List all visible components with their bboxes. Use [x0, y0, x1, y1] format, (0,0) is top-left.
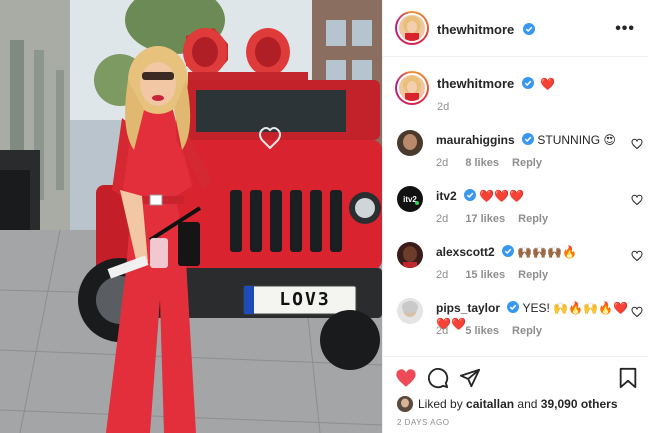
bookmark-icon[interactable] [617, 367, 639, 389]
comment-username[interactable]: maurahiggins [436, 133, 515, 147]
author-avatar[interactable] [395, 11, 429, 45]
comment-likes[interactable]: 17 likes [465, 213, 505, 225]
likes-summary: Liked by caitallan and 39,090 others [397, 396, 618, 412]
verified-icon [521, 77, 534, 89]
post-header: thewhitmore ••• [383, 0, 648, 57]
share-icon[interactable] [459, 367, 481, 389]
commenter-avatar[interactable] [397, 130, 423, 156]
caption-age: 2d [437, 101, 450, 113]
comment-heart-icon[interactable] [631, 138, 643, 150]
likes-first-user[interactable]: caitallan [466, 397, 514, 411]
commenter-avatar[interactable] [397, 298, 423, 324]
caption-text: ❤️ [539, 77, 555, 91]
likes-prefix: Liked by [418, 397, 463, 411]
comment-likes[interactable]: 5 likes [465, 325, 499, 337]
verified-icon [507, 301, 520, 313]
heart-icon[interactable] [395, 367, 417, 389]
caption-username[interactable]: thewhitmore [437, 76, 514, 91]
liker-avatar[interactable] [397, 396, 413, 412]
verified-icon [522, 133, 535, 145]
post-timestamp: 2 DAYS AGO [397, 418, 450, 427]
more-icon[interactable]: ••• [615, 20, 635, 38]
comment-likes[interactable]: 15 likes [465, 269, 505, 281]
comment-age: 2d [436, 269, 449, 281]
verified-icon [464, 189, 477, 201]
comment-likes[interactable]: 8 likes [465, 157, 499, 169]
comment: maurahiggins STUNNING 😍 2d 8 likes Reply [397, 130, 648, 182]
reply-button[interactable]: Reply [512, 157, 542, 169]
comment-icon[interactable] [427, 367, 449, 389]
verified-icon [502, 245, 515, 257]
comment-text: STUNNING 😍 [537, 133, 616, 147]
commenter-avatar[interactable]: itv2 [397, 186, 423, 212]
post-side-panel: thewhitmore ••• thewhitmore ❤️ 2d maurah… [382, 0, 648, 433]
comment-username[interactable]: itv2 [436, 189, 457, 203]
post-actions: Liked by caitallan and 39,090 others 2 D… [383, 356, 648, 433]
reply-button[interactable]: Reply [512, 325, 542, 337]
comment: alexscott2 🙌🏾🙌🏾🙌🏾🔥 2d 15 likes Reply [397, 242, 648, 294]
author-username[interactable]: thewhitmore [437, 22, 514, 37]
comment: pips_taylor YES! 🙌🔥🙌🔥❤️❤️❤️ 2d 5 likes R… [397, 298, 648, 350]
post-photo[interactable]: LOV3 [0, 0, 382, 433]
comment-username[interactable]: pips_taylor [436, 301, 500, 315]
reply-button[interactable]: Reply [518, 213, 548, 225]
comment-heart-icon[interactable] [631, 306, 643, 318]
comment-username[interactable]: alexscott2 [436, 245, 495, 259]
comment-age: 2d [436, 213, 449, 225]
reply-button[interactable]: Reply [518, 269, 548, 281]
license-plate-text: LOV3 [279, 289, 331, 310]
comment: itv2 itv2 ❤️❤️❤️ 2d 17 likes Reply [397, 186, 648, 238]
comment-text: 🙌🏾🙌🏾🙌🏾🔥 [517, 245, 578, 259]
likes-connector: and [517, 397, 538, 411]
caption-avatar[interactable] [395, 71, 429, 105]
comment-heart-icon[interactable] [631, 194, 643, 206]
comment-text: ❤️❤️❤️ [479, 189, 525, 203]
likes-others[interactable]: 39,090 others [541, 397, 618, 411]
comment-heart-icon[interactable] [631, 250, 643, 262]
commenter-avatar[interactable] [397, 242, 423, 268]
photo-scene [0, 0, 382, 433]
verified-icon [522, 23, 535, 35]
comment-age: 2d [436, 325, 449, 337]
comment-age: 2d [436, 157, 449, 169]
